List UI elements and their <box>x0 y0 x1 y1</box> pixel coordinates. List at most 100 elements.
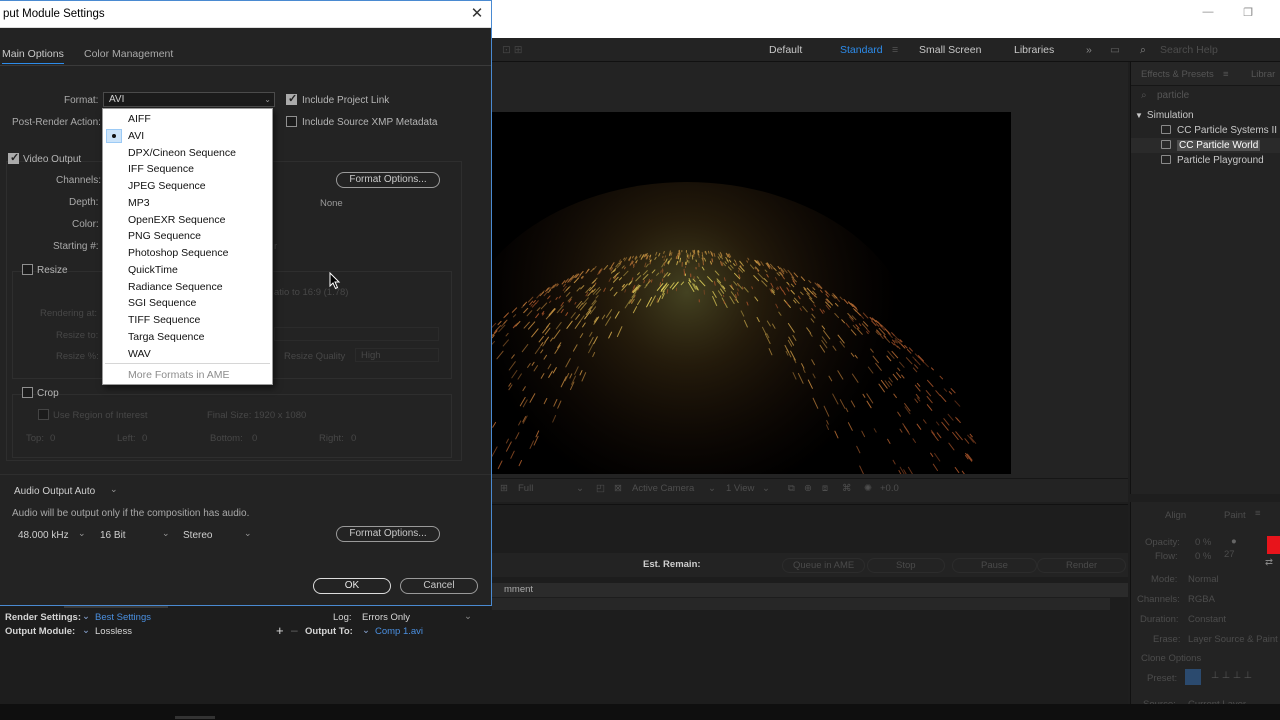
panel-menu-icon[interactable]: ≡ <box>1255 508 1261 519</box>
mode-select[interactable]: Normal <box>1188 574 1219 585</box>
crop-checkbox[interactable] <box>22 387 33 398</box>
format-option[interactable]: IFF Sequence <box>103 161 272 177</box>
workspace-small-screen[interactable]: Small Screen <box>919 44 981 56</box>
duration-select[interactable]: Constant <box>1188 614 1226 625</box>
panel-menu-icon[interactable]: ≡ <box>1223 69 1229 80</box>
strip-handle[interactable] <box>175 716 215 719</box>
comp-flowchart-icon[interactable]: ⧈ <box>822 483 828 494</box>
resolution-select[interactable]: Full <box>518 483 533 494</box>
clone-preset-icons[interactable]: ⊥ ⊥ ⊥ ⊥ <box>1211 670 1252 681</box>
workspace-libraries[interactable]: Libraries <box>1014 44 1054 56</box>
use-roi-checkbox[interactable] <box>38 409 49 420</box>
include-project-link-checkbox[interactable] <box>286 92 297 105</box>
tree-folder-simulation[interactable]: ▼ Simulation <box>1135 110 1194 121</box>
add-output-module-icon[interactable]: + <box>276 623 284 638</box>
queue-item-row[interactable] <box>492 598 1110 610</box>
format-option[interactable]: WAV <box>103 346 272 362</box>
resize-preset-select[interactable] <box>274 327 439 341</box>
close-icon[interactable]: ✕ <box>470 5 484 23</box>
tab-main-options[interactable]: Main Options <box>2 48 64 64</box>
resize-quality-select[interactable]: High <box>355 348 439 362</box>
effects-search-input[interactable]: ⌕ particle <box>1137 90 1277 106</box>
crop-bottom-value[interactable]: 0 <box>252 433 257 444</box>
include-xmp-checkbox[interactable] <box>286 116 297 127</box>
video-output-checkbox[interactable] <box>8 151 19 164</box>
timeline-icon[interactable]: ⊕ <box>804 483 812 494</box>
tab-color-management[interactable]: Color Management <box>84 48 173 60</box>
remove-output-module-icon[interactable]: – <box>291 623 298 637</box>
format-option[interactable]: SGI Sequence <box>103 295 272 311</box>
audio-format-options-button[interactable]: Format Options... <box>336 526 440 542</box>
bit-depth-select[interactable]: 16 Bit <box>100 530 126 541</box>
format-option[interactable]: AVI <box>103 128 272 144</box>
exposure-value[interactable]: +0.0 <box>880 483 899 494</box>
resize-checkbox[interactable] <box>22 264 33 275</box>
chevron-down-icon[interactable]: ⌄ <box>362 625 370 636</box>
format-option[interactable]: JPEG Sequence <box>103 178 272 194</box>
clone-preset-1-button[interactable] <box>1185 669 1201 685</box>
workspace-menu-icon[interactable]: ≡ <box>892 44 898 56</box>
stop-button[interactable]: Stop <box>867 558 945 573</box>
brush-tip-icon[interactable]: ● <box>1231 536 1237 547</box>
format-option[interactable]: Radiance Sequence <box>103 279 272 295</box>
transparency-grid-icon[interactable]: ⊠ <box>614 483 622 494</box>
network-icon[interactable]: ⌘ <box>842 483 852 494</box>
tree-item-particle-playground[interactable]: Particle Playground <box>1161 155 1264 166</box>
flow-value[interactable]: 0 % <box>1195 551 1211 562</box>
pause-button[interactable]: Pause <box>952 558 1037 573</box>
foreground-color-swatch[interactable] <box>1267 536 1280 554</box>
opacity-value[interactable]: 0 % <box>1195 537 1211 548</box>
audio-channels-select[interactable]: Stereo <box>183 530 212 541</box>
output-module-link[interactable]: Lossless <box>95 626 132 637</box>
crop-top-value[interactable]: 0 <box>50 433 55 444</box>
format-option[interactable]: TIFF Sequence <box>103 312 272 328</box>
output-to-link[interactable]: Comp 1.avi <box>375 626 423 637</box>
workspace-overflow-icon[interactable]: » <box>1086 44 1092 56</box>
ok-button[interactable]: OK <box>313 578 391 594</box>
format-option[interactable]: Photoshop Sequence <box>103 245 272 261</box>
search-help-input[interactable]: Search Help <box>1160 44 1218 56</box>
more-formats-in-ame-item[interactable]: More Formats in AME <box>103 367 272 383</box>
format-option[interactable]: QuickTime <box>103 262 272 278</box>
panel-icon[interactable]: ▭ <box>1110 44 1120 56</box>
cancel-button[interactable]: Cancel <box>400 578 478 594</box>
format-option[interactable]: AIFF <box>103 111 272 127</box>
audio-output-select[interactable]: Audio Output Auto <box>14 486 95 497</box>
tab-paint[interactable]: Paint <box>1224 510 1246 521</box>
format-option[interactable]: Targa Sequence <box>103 329 272 345</box>
sample-rate-select[interactable]: 48.000 kHz <box>18 530 69 541</box>
video-format-options-button[interactable]: Format Options... <box>336 172 440 188</box>
camera-select[interactable]: Active Camera <box>632 483 694 494</box>
tab-effects-presets[interactable]: Effects & Presets <box>1141 69 1214 80</box>
format-option[interactable]: DPX/Cineon Sequence <box>103 145 272 161</box>
workspace-default[interactable]: Default <box>769 44 802 56</box>
format-option[interactable]: PNG Sequence <box>103 228 272 244</box>
restore-icon[interactable]: ❐ <box>1240 6 1256 19</box>
minimize-icon[interactable]: — <box>1200 6 1216 18</box>
render-button[interactable]: Render <box>1037 558 1127 573</box>
log-select[interactable]: Errors Only <box>362 612 410 623</box>
swap-colors-icon[interactable]: ⇄ <box>1265 557 1273 568</box>
channels-select[interactable]: RGBA <box>1188 594 1215 605</box>
fast-preview-icon[interactable]: ⧉ <box>788 483 795 494</box>
exposure-icon[interactable]: ✺ <box>864 483 872 494</box>
format-select[interactable]: AVI ⌄ <box>103 92 275 107</box>
workspace-standard[interactable]: Standard <box>840 44 883 56</box>
queue-in-ame-button[interactable]: Queue in AME <box>782 558 866 573</box>
chevron-down-icon[interactable]: ⌄ <box>82 625 90 636</box>
crop-left-value[interactable]: 0 <box>142 433 147 444</box>
format-option[interactable]: OpenEXR Sequence <box>103 212 272 228</box>
composition-viewer[interactable] <box>492 112 1011 474</box>
tree-item-cc-particle-world[interactable]: CC Particle World <box>1161 140 1261 151</box>
chevron-down-icon[interactable]: ⌄ <box>82 611 90 622</box>
tab-align[interactable]: Align <box>1165 510 1186 521</box>
render-settings-link[interactable]: Best Settings <box>95 612 151 623</box>
erase-select[interactable]: Layer Source & Paint <box>1188 634 1278 645</box>
views-select[interactable]: 1 View <box>726 483 754 494</box>
tab-libraries[interactable]: Librar <box>1251 69 1275 80</box>
snapshot-icon[interactable]: ◰ <box>596 483 605 494</box>
tree-item-cc-particle-systems[interactable]: CC Particle Systems II <box>1161 125 1277 136</box>
region-icon[interactable]: ⊞ <box>500 483 508 494</box>
format-option[interactable]: MP3 <box>103 195 272 211</box>
crop-right-value[interactable]: 0 <box>351 433 356 444</box>
